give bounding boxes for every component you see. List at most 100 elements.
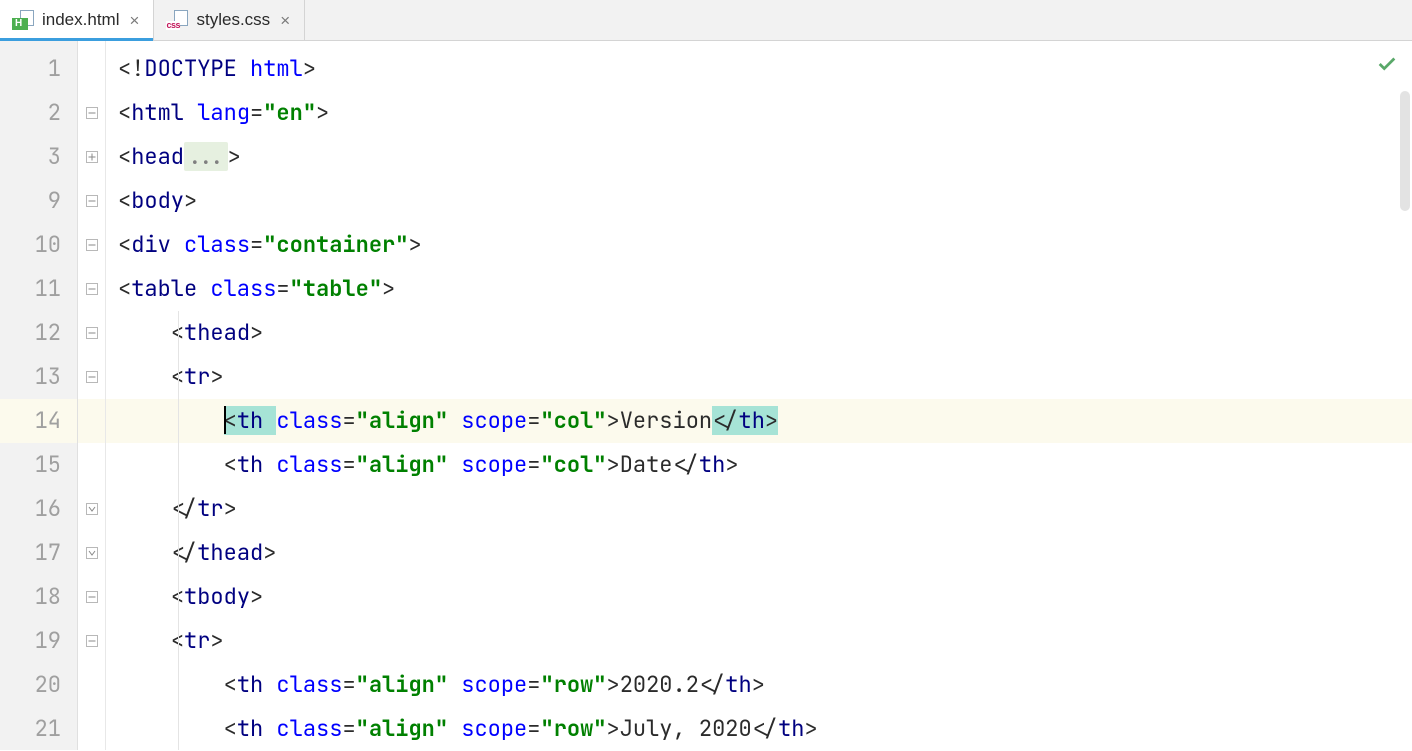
tab-styles-css[interactable]: css styles.css × <box>154 0 305 40</box>
tag: th <box>739 406 765 435</box>
fold-gutter-blank <box>78 443 105 487</box>
code-line[interactable]: <div class="container"> <box>106 223 1412 267</box>
indent <box>118 318 171 347</box>
html-file-icon: H <box>12 9 34 31</box>
punct: = <box>250 98 263 127</box>
line-number[interactable]: 17 <box>0 531 77 575</box>
string: "align" <box>356 670 462 699</box>
tag: body <box>131 186 184 215</box>
code-line[interactable]: <thead> <box>106 311 1412 355</box>
line-number-gutter[interactable]: 1239101112131415161718192021 <box>0 41 78 750</box>
code-line[interactable]: <th class="align" scope="col">Date</th> <box>106 443 1412 487</box>
punct: < <box>224 450 237 479</box>
tag: table <box>131 274 210 303</box>
string: "row" <box>540 670 606 699</box>
line-number[interactable]: 16 <box>0 487 77 531</box>
line-number[interactable]: 11 <box>0 267 77 311</box>
tag: tr <box>184 362 210 391</box>
line-number[interactable]: 1 <box>0 47 77 91</box>
code-line-current[interactable]: <th class="align" scope="col">Version</t… <box>106 399 1412 443</box>
string: "col" <box>540 450 606 479</box>
line-number[interactable]: 14 <box>0 399 77 443</box>
code-line[interactable]: </tr> <box>106 487 1412 531</box>
folded-region[interactable]: ... <box>184 142 228 171</box>
fold-collapse-icon[interactable] <box>78 91 105 135</box>
punct: = <box>527 406 540 435</box>
fold-collapse-icon[interactable] <box>78 619 105 663</box>
line-number[interactable]: 18 <box>0 575 77 619</box>
punct: > <box>606 450 619 479</box>
tag: tr <box>197 494 223 523</box>
text: Date <box>620 450 673 479</box>
text: Version <box>620 406 712 435</box>
indent <box>118 670 224 699</box>
line-number[interactable]: 19 <box>0 619 77 663</box>
editor-tab-bar: H index.html × css styles.css × <box>0 0 1412 41</box>
close-icon[interactable]: × <box>127 13 141 27</box>
close-icon[interactable]: × <box>278 13 292 27</box>
fold-end-icon[interactable] <box>78 487 105 531</box>
indent <box>118 362 171 391</box>
punct: > <box>228 142 241 171</box>
attr: scope <box>461 406 527 435</box>
code-line[interactable]: <!DOCTYPE html> <box>106 47 1412 91</box>
punct: > <box>250 318 263 347</box>
doctype: DOCTYPE <box>144 54 250 83</box>
text: July, 2020 <box>620 714 752 743</box>
tab-label: index.html <box>42 10 119 30</box>
tag: head <box>131 142 184 171</box>
attr: class <box>210 274 276 303</box>
punct: > <box>606 670 619 699</box>
code-line[interactable]: <body> <box>106 179 1412 223</box>
line-number[interactable]: 15 <box>0 443 77 487</box>
tag: th <box>237 406 277 435</box>
fold-end-icon[interactable] <box>78 531 105 575</box>
punct: > <box>316 98 329 127</box>
fold-expand-icon[interactable] <box>78 135 105 179</box>
fold-collapse-icon[interactable] <box>78 267 105 311</box>
code-line[interactable]: <tr> <box>106 619 1412 663</box>
code-editor-area[interactable]: <!DOCTYPE html> <html lang="en"> <head..… <box>106 41 1412 750</box>
punct: > <box>765 406 778 435</box>
attr: class <box>276 714 342 743</box>
line-number[interactable]: 12 <box>0 311 77 355</box>
punct: < <box>118 186 131 215</box>
punct: < <box>118 142 131 171</box>
punct: = <box>342 670 355 699</box>
code-line[interactable]: <head...> <box>106 135 1412 179</box>
punct: = <box>342 406 355 435</box>
tab-label: styles.css <box>196 10 270 30</box>
line-number[interactable]: 20 <box>0 663 77 707</box>
tab-index-html[interactable]: H index.html × <box>0 0 154 40</box>
punct: = <box>342 714 355 743</box>
code-line[interactable]: <tr> <box>106 355 1412 399</box>
line-number[interactable]: 3 <box>0 135 77 179</box>
fold-collapse-icon[interactable] <box>78 223 105 267</box>
indent <box>118 494 171 523</box>
code-line[interactable]: <table class="table"> <box>106 267 1412 311</box>
fold-collapse-icon[interactable] <box>78 355 105 399</box>
code-line[interactable]: <th class="align" scope="row">July, 2020… <box>106 707 1412 750</box>
attr: class <box>276 670 342 699</box>
fold-gutter[interactable] <box>78 41 106 750</box>
punct: = <box>527 670 540 699</box>
tag: th <box>778 714 804 743</box>
code-line[interactable]: <th class="align" scope="row">2020.2</th… <box>106 663 1412 707</box>
fold-collapse-icon[interactable] <box>78 179 105 223</box>
code-line[interactable]: <html lang="en"> <box>106 91 1412 135</box>
line-number[interactable]: 10 <box>0 223 77 267</box>
editor: 1239101112131415161718192021 <!DOCTYPE h… <box>0 41 1412 750</box>
fold-gutter-blank <box>78 399 105 443</box>
line-number[interactable]: 9 <box>0 179 77 223</box>
code-line[interactable]: </thead> <box>106 531 1412 575</box>
line-number[interactable]: 13 <box>0 355 77 399</box>
code-line[interactable]: <tbody> <box>106 575 1412 619</box>
line-number[interactable]: 21 <box>0 707 77 751</box>
attr: scope <box>461 450 527 479</box>
punct: > <box>250 582 263 611</box>
attr: scope <box>461 670 527 699</box>
fold-collapse-icon[interactable] <box>78 311 105 355</box>
line-number[interactable]: 2 <box>0 91 77 135</box>
attr: scope <box>461 714 527 743</box>
fold-collapse-icon[interactable] <box>78 575 105 619</box>
